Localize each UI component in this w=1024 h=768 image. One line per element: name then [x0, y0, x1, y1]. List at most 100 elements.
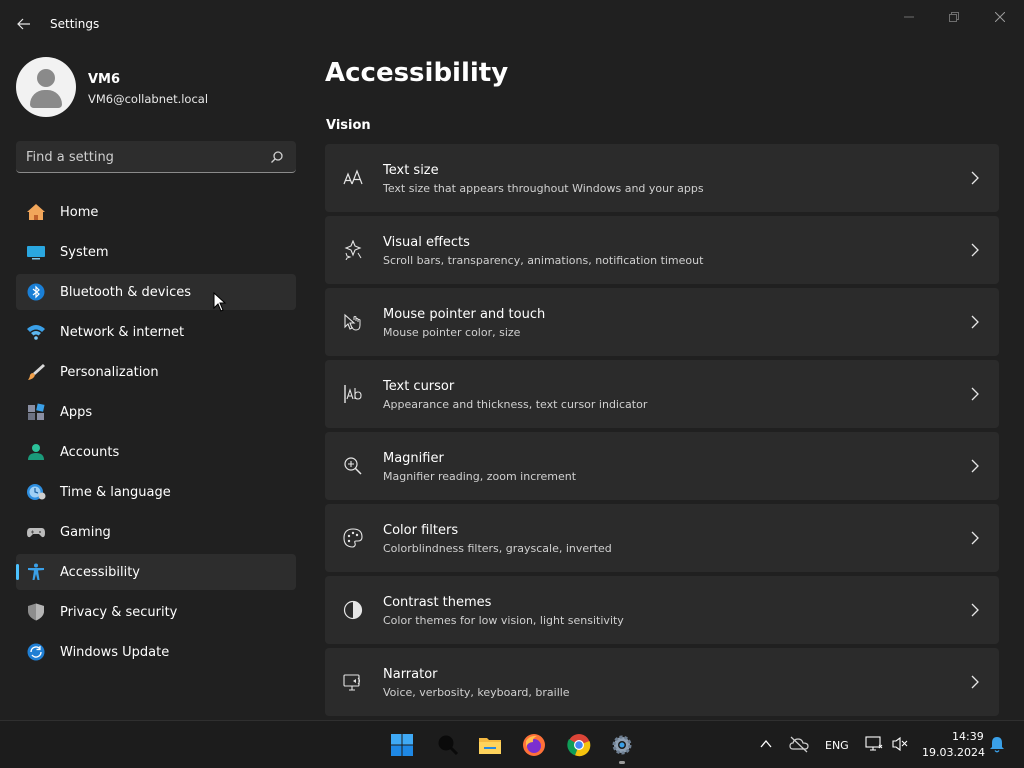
notification-bell-icon[interactable] [989, 736, 1005, 753]
card-description: Voice, verbosity, keyboard, braille [383, 686, 570, 699]
shield-icon [28, 603, 44, 621]
search-icon[interactable] [436, 733, 460, 757]
close-button[interactable] [980, 6, 1020, 28]
language-indicator[interactable]: ENG [825, 739, 849, 752]
card-text-cursor[interactable]: Text cursor Appearance and thickness, te… [325, 360, 999, 428]
sidebar-item-label: Accounts [60, 445, 120, 460]
clock-time[interactable]: 14:39 [952, 730, 984, 743]
sidebar-item-time-language[interactable]: Time & language [16, 474, 296, 510]
card-color-filters[interactable]: Color filters Colorblindness filters, gr… [325, 504, 999, 572]
sidebar-item-apps[interactable]: Apps [16, 394, 296, 430]
chevron-up-icon[interactable] [759, 737, 773, 751]
file-explorer-icon[interactable] [478, 733, 502, 757]
minimize-button[interactable] [889, 6, 929, 28]
page-title: Accessibility [325, 58, 509, 88]
narrator-icon [343, 674, 360, 691]
chevron-right-icon [971, 315, 979, 329]
active-app-indicator [619, 761, 625, 764]
minimize-icon [904, 16, 914, 18]
sidebar-item-home[interactable]: Home [16, 194, 296, 230]
user-profile[interactable]: VM6 VM6@collabnet.local [16, 57, 296, 117]
sidebar-item-accounts[interactable]: Accounts [16, 434, 296, 470]
sidebar-item-label: Windows Update [60, 645, 170, 660]
card-narrator[interactable]: Narrator Voice, verbosity, keyboard, bra… [325, 648, 999, 716]
home-icon [27, 204, 45, 220]
search-box [16, 141, 296, 173]
card-visual-effects[interactable]: Visual effects Scroll bars, transparency… [325, 216, 999, 284]
back-button[interactable] [10, 12, 38, 36]
sidebar-nav: Home System Bluetooth & devices Network … [16, 194, 296, 674]
card-title: Contrast themes [383, 595, 492, 610]
accounts-icon [28, 444, 44, 460]
search-icon[interactable] [270, 150, 284, 164]
chevron-right-icon [971, 243, 979, 257]
onedrive-offline-icon[interactable] [789, 735, 809, 753]
card-description: Appearance and thickness, text cursor in… [383, 398, 648, 411]
chevron-right-icon [971, 459, 979, 473]
sidebar-item-label: Apps [60, 405, 93, 420]
apps-icon [28, 403, 45, 420]
sidebar-item-bluetooth[interactable]: Bluetooth & devices [16, 274, 296, 310]
visual-effects-icon [344, 240, 362, 260]
time-language-icon [27, 484, 46, 500]
avatar [16, 57, 76, 117]
chevron-right-icon [971, 675, 979, 689]
sidebar-item-label: Home [60, 205, 99, 220]
card-title: Mouse pointer and touch [383, 307, 546, 322]
magnifier-icon [344, 457, 362, 475]
chevron-right-icon [971, 387, 979, 401]
settings-window: Settings VM6 VM6@collabnet.local Home Sy… [0, 0, 1024, 720]
card-description: Magnifier reading, zoom increment [383, 470, 577, 483]
windows-start-icon[interactable] [390, 733, 414, 757]
chevron-right-icon [971, 531, 979, 545]
mouse-pointer-icon [344, 313, 361, 331]
sidebar-item-accessibility[interactable]: Accessibility [16, 554, 296, 590]
maximize-icon [949, 12, 959, 22]
taskbar: ENG 14:39 19.03.2024 [0, 720, 1024, 768]
card-title: Text cursor [383, 379, 455, 394]
gamepad-icon [27, 528, 45, 538]
sidebar-item-system[interactable]: System [16, 234, 296, 270]
sidebar-item-windows-update[interactable]: Windows Update [16, 634, 296, 670]
settings-card-list: Text size Text size that appears through… [325, 144, 999, 720]
update-icon [27, 643, 45, 661]
settings-gear-icon[interactable] [610, 733, 634, 757]
card-description: Colorblindness filters, grayscale, inver… [383, 542, 612, 555]
card-magnifier[interactable]: Magnifier Magnifier reading, zoom increm… [325, 432, 999, 500]
bluetooth-icon [27, 283, 45, 301]
sidebar-item-label: Time & language [60, 485, 171, 500]
maximize-button[interactable] [934, 6, 974, 28]
text-cursor-icon [344, 385, 362, 403]
chrome-icon[interactable] [567, 733, 591, 757]
sidebar-item-privacy[interactable]: Privacy & security [16, 594, 296, 630]
card-title: Narrator [383, 667, 438, 682]
card-title: Visual effects [383, 235, 470, 250]
clock-date[interactable]: 19.03.2024 [922, 746, 985, 759]
sidebar-item-label: Accessibility [60, 565, 140, 580]
text-size-icon [343, 169, 363, 185]
firefox-icon[interactable] [522, 733, 546, 757]
card-mouse-pointer[interactable]: Mouse pointer and touch Mouse pointer co… [325, 288, 999, 356]
card-title: Text size [383, 163, 439, 178]
volume-muted-icon[interactable] [891, 735, 909, 753]
section-title-vision: Vision [326, 118, 371, 133]
card-description: Mouse pointer color, size [383, 326, 521, 339]
sidebar-item-personalization[interactable]: Personalization [16, 354, 296, 390]
chevron-right-icon [971, 603, 979, 617]
palette-icon [343, 528, 363, 548]
system-icon [27, 246, 45, 260]
card-text-size[interactable]: Text size Text size that appears through… [325, 144, 999, 212]
app-title: Settings [50, 17, 100, 31]
wifi-icon [27, 325, 45, 340]
profile-name: VM6 [88, 72, 121, 87]
brush-icon [28, 364, 45, 380]
sidebar-item-network[interactable]: Network & internet [16, 314, 296, 350]
card-title: Color filters [383, 523, 459, 538]
network-display-icon[interactable] [865, 735, 883, 753]
sidebar-item-label: Bluetooth & devices [60, 285, 191, 300]
sidebar-item-gaming[interactable]: Gaming [16, 514, 296, 550]
back-arrow-icon [17, 18, 30, 30]
card-contrast-themes[interactable]: Contrast themes Color themes for low vis… [325, 576, 999, 644]
search-input[interactable] [26, 148, 266, 166]
sidebar-item-label: Personalization [60, 365, 159, 380]
